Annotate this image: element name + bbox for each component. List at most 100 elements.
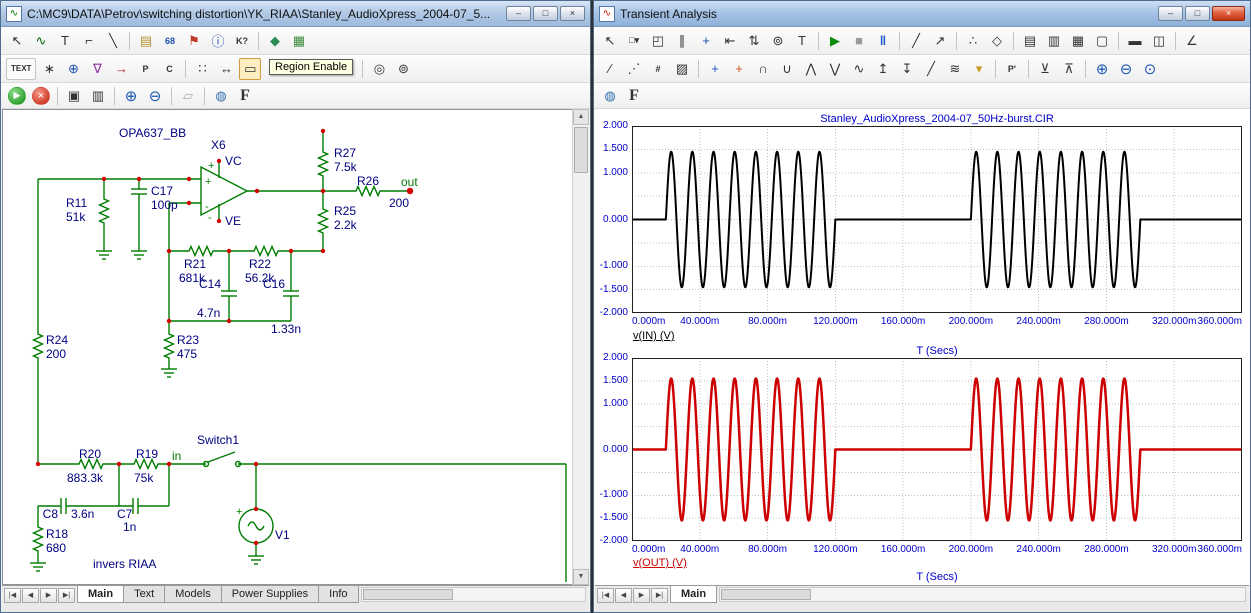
page-icon[interactable]: ▤ bbox=[135, 30, 157, 52]
condition-display-icon[interactable]: C bbox=[158, 58, 180, 80]
grid-both-icon[interactable]: ▦ bbox=[1067, 30, 1089, 52]
scroll-up-button[interactable]: ▲ bbox=[573, 109, 589, 125]
diagonal-wire-icon[interactable]: ╲ bbox=[102, 30, 124, 52]
trace-label-vout[interactable]: v(OUT) (V) bbox=[633, 557, 687, 569]
resistor-r25[interactable]: R25 2.2k bbox=[319, 204, 358, 236]
globe-icon[interactable]: ◍ bbox=[599, 85, 621, 107]
numeric-output-icon[interactable]: # bbox=[647, 58, 669, 80]
slope-line-icon[interactable]: ╱ bbox=[905, 30, 927, 52]
tab-main[interactable]: Main bbox=[670, 586, 717, 603]
select-tool-icon[interactable]: ↖ bbox=[599, 30, 621, 52]
repeat-find-icon[interactable]: ⊚ bbox=[392, 58, 414, 80]
analysis-limits-icon[interactable]: ∕ bbox=[599, 58, 621, 80]
capacitor-c17[interactable]: C17 100p bbox=[131, 184, 178, 212]
digital-component-icon[interactable]: 68 bbox=[159, 30, 181, 52]
phase-angle-icon[interactable]: ∠ bbox=[1181, 30, 1203, 52]
titlebar[interactable]: ∿ C:\MC9\DATA\Petrov\switching distortio… bbox=[1, 1, 590, 27]
close-button[interactable]: × bbox=[560, 6, 585, 21]
node-voltages-icon[interactable]: ∇ bbox=[86, 58, 108, 80]
label-branches-icon[interactable]: ⊼ bbox=[1058, 58, 1080, 80]
info-icon[interactable]: ⓘ bbox=[207, 30, 229, 52]
high-icon[interactable]: ⋀ bbox=[800, 58, 822, 80]
titlebar[interactable]: ∿ Transient Analysis –□× bbox=[594, 1, 1250, 27]
copy-group-icon[interactable]: ▥ bbox=[87, 85, 109, 107]
prev-page-button[interactable]: ◀ bbox=[22, 588, 39, 603]
capacitor-c7[interactable]: C7 1n bbox=[117, 498, 138, 534]
next-page-button[interactable]: ▶ bbox=[633, 588, 650, 603]
first-page-button[interactable]: |◀ bbox=[597, 588, 614, 603]
horizontal-grid-icon[interactable]: ▤ bbox=[1019, 30, 1041, 52]
resistor-r20[interactable]: R20 883.3k bbox=[67, 447, 106, 485]
pause-button[interactable]: ‖ bbox=[872, 30, 894, 52]
resistor-r18[interactable]: R18 680 bbox=[34, 524, 69, 555]
vertical-tag-icon[interactable]: ⇅ bbox=[743, 30, 765, 52]
mc-gem-icon[interactable]: ◆ bbox=[264, 30, 286, 52]
select-tool-icon[interactable]: ↖ bbox=[6, 30, 28, 52]
run-button[interactable]: ▶ bbox=[824, 30, 846, 52]
disable-button[interactable]: × bbox=[32, 87, 50, 105]
enable-button[interactable]: ▶ bbox=[8, 87, 26, 105]
font-button[interactable]: F bbox=[234, 85, 256, 107]
scale-mode-icon[interactable]: ◰ bbox=[647, 30, 669, 52]
resistor-r27[interactable]: R27 7.5k bbox=[319, 146, 358, 179]
vertical-scrollbar[interactable]: ▲ ▼ bbox=[572, 109, 589, 585]
last-page-button[interactable]: ▶| bbox=[651, 588, 668, 603]
text-tool-icon[interactable]: T bbox=[791, 30, 813, 52]
horizontal-scrollbar[interactable] bbox=[361, 587, 586, 602]
scrollbar-track[interactable] bbox=[573, 125, 589, 569]
slope-icon[interactable]: ╱ bbox=[920, 58, 942, 80]
scrollbar-thumb[interactable] bbox=[574, 127, 588, 173]
resistor-r24[interactable]: R24 200 bbox=[34, 331, 69, 361]
cursor-mode-icon[interactable]: ∥ bbox=[671, 30, 693, 52]
capacitor-c16[interactable]: C16 1.33n bbox=[263, 277, 301, 336]
tokens-icon[interactable]: ◇ bbox=[986, 30, 1008, 52]
tab-models[interactable]: Models bbox=[164, 586, 221, 603]
schematic-drawing[interactable]: OPA637_BB X6 VC VE + - + - R27 7.5k R26 … bbox=[9, 111, 569, 583]
text-tool-icon[interactable]: T bbox=[54, 30, 76, 52]
graphics-dropdown-icon[interactable]: □▾ bbox=[623, 30, 645, 52]
zoom-out-button[interactable]: ⊖ bbox=[1115, 58, 1137, 80]
valley-icon[interactable]: ∪ bbox=[776, 58, 798, 80]
close-button[interactable]: × bbox=[1212, 6, 1245, 21]
power-display-icon[interactable]: P bbox=[134, 58, 156, 80]
text-attributes-button[interactable]: TEXT bbox=[6, 58, 36, 80]
tab-info[interactable]: Info bbox=[318, 586, 358, 603]
trace-label-vin[interactable]: v(IN) (V) bbox=[633, 330, 675, 342]
zoom-in-button[interactable]: ⊕ bbox=[120, 85, 142, 107]
analysis-params-icon[interactable]: ⋰ bbox=[623, 58, 645, 80]
global-high-icon[interactable]: ↥ bbox=[872, 58, 894, 80]
prev-page-button[interactable]: ◀ bbox=[615, 588, 632, 603]
resistor-r23[interactable]: R23 475 bbox=[165, 331, 200, 361]
zoom-window-button[interactable]: ⊙ bbox=[1139, 58, 1161, 80]
tangent-line-icon[interactable]: ↗ bbox=[929, 30, 951, 52]
last-page-button[interactable]: ▶| bbox=[58, 588, 75, 603]
inflection-icon[interactable]: ∿ bbox=[848, 58, 870, 80]
next-branch-icon[interactable]: ≋ bbox=[944, 58, 966, 80]
state-variables-icon[interactable]: ▨ bbox=[671, 58, 693, 80]
region-enable-icon[interactable]: ▭ bbox=[239, 58, 261, 80]
globe-icon[interactable]: ◍ bbox=[210, 85, 232, 107]
stop-button[interactable]: ■ bbox=[848, 30, 870, 52]
maximize-button[interactable]: □ bbox=[1185, 6, 1210, 21]
find-icon[interactable]: ◎ bbox=[368, 58, 390, 80]
global-low-icon[interactable]: ↧ bbox=[896, 58, 918, 80]
grid-none-icon[interactable]: ▢ bbox=[1091, 30, 1113, 52]
minimize-button[interactable]: – bbox=[506, 6, 531, 21]
plot-canvas[interactable] bbox=[632, 126, 1242, 313]
picture-icon[interactable]: ▦ bbox=[288, 30, 310, 52]
go-to-branch-icon[interactable]: ⊻ bbox=[1034, 58, 1056, 80]
probe-icon[interactable]: P' bbox=[1001, 58, 1023, 80]
scroll-down-button[interactable]: ▼ bbox=[573, 569, 589, 585]
low-icon[interactable]: ⋁ bbox=[824, 58, 846, 80]
capacitor-c14[interactable]: C14 4.7n bbox=[197, 277, 237, 320]
tab-text[interactable]: Text bbox=[123, 586, 165, 603]
zoom-out-button[interactable]: ⊖ bbox=[144, 85, 166, 107]
zoom-in-button[interactable]: ⊕ bbox=[1091, 58, 1113, 80]
horizontal-cursor-icon[interactable]: ◫ bbox=[1148, 30, 1170, 52]
flag-icon[interactable]: ⚑ bbox=[183, 30, 205, 52]
go-to-x-icon[interactable]: + bbox=[704, 58, 726, 80]
capacitor-c8[interactable]: C8 3.6n bbox=[43, 498, 95, 521]
peak-icon[interactable]: ∩ bbox=[752, 58, 774, 80]
component-tool-icon[interactable]: ∿ bbox=[30, 30, 52, 52]
source-v1[interactable]: + V1 bbox=[236, 506, 290, 543]
